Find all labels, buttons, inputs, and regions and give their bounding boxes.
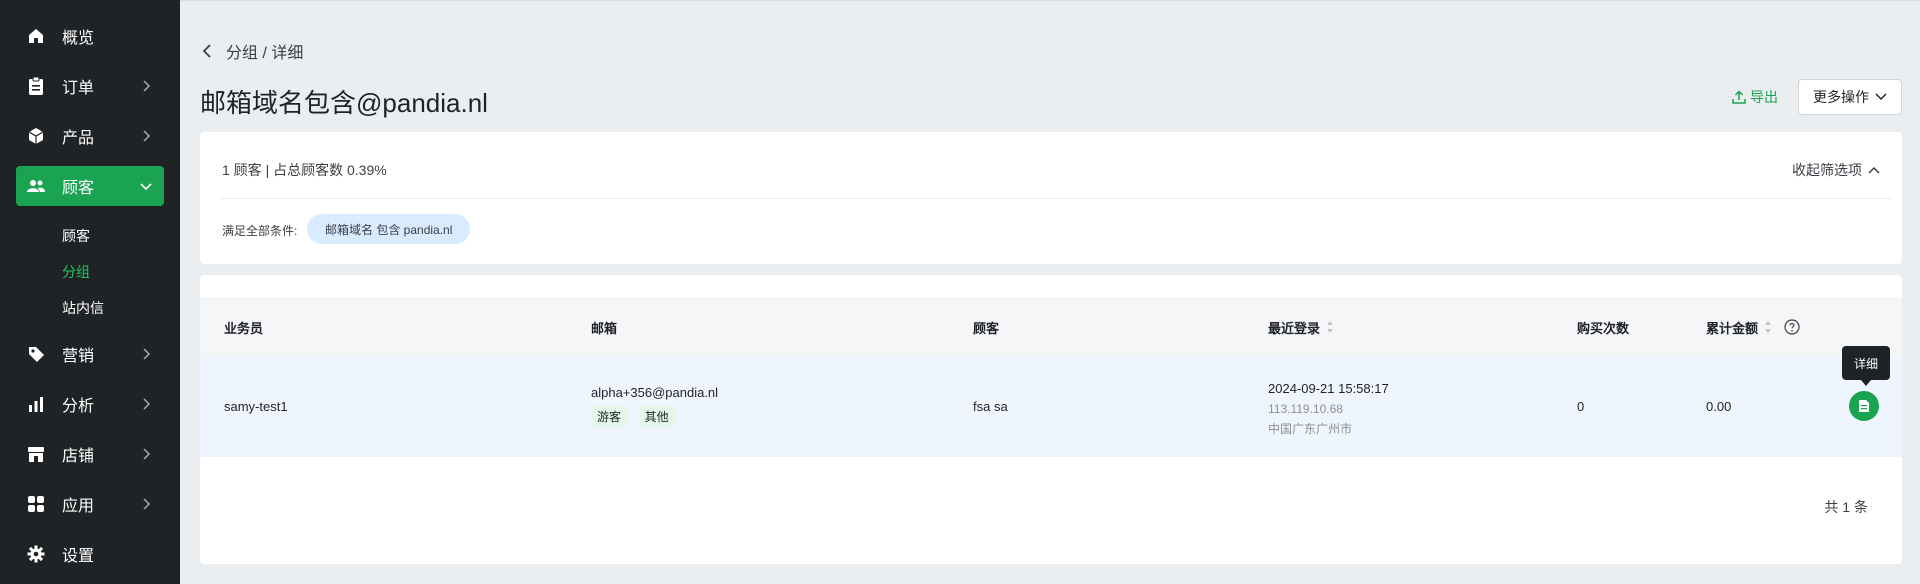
filter-card: 1 顾客 | 占总顾客数 0.39% 收起筛选项 满足全部条件: 邮箱域名 包含… [200,132,1902,264]
box-icon [26,126,46,146]
chevron-right-icon [138,396,154,412]
table-header: 业务员 邮箱 顾客 最近登录 购买次数 累计金额 [200,297,1902,357]
chevron-right-icon [138,78,154,94]
column-header-salesperson: 业务员 [224,320,264,336]
chevron-down-icon [138,178,154,194]
nav-apps[interactable]: 应用 [16,484,164,524]
login-time: 2024-09-21 15:58:17 [1268,381,1389,396]
nav-label: 概览 [62,30,95,47]
table-row[interactable]: samy-test1 alpha+356@pandia.nl 游客 其他 fsa… [200,357,1902,457]
chevron-up-icon [1868,166,1880,174]
login-ip: 113.119.10.68 [1268,402,1343,416]
cell-email: alpha+356@pandia.nl 游客 其他 [591,385,718,427]
nav-label: 营销 [62,348,95,365]
login-location: 中国广东广州市 [1268,422,1353,436]
nav-settings[interactable]: 设置 [16,534,164,574]
chevron-down-icon [1875,93,1887,101]
apps-icon [26,494,46,514]
nav-label: 顾客 [62,180,95,197]
chevron-right-icon [138,128,154,144]
nav-overview[interactable]: 概览 [16,16,164,56]
nav-analytics[interactable]: 分析 [16,384,164,424]
chevron-right-icon [138,496,154,512]
cell-salesperson: samy-test1 [224,399,288,414]
subnav-customers[interactable]: 顾客 [62,226,90,246]
breadcrumb: 分组 / 详细 [202,39,303,63]
subnav-groups[interactable]: 分组 [62,262,90,282]
nav-label: 应用 [62,498,95,515]
nav-label: 产品 [62,130,95,147]
sort-icon [1765,321,1772,333]
email-text: alpha+356@pandia.nl [591,385,719,400]
column-header-email: 邮箱 [591,320,618,336]
divider [220,198,1892,199]
pagination-total: 共 1 条 [1824,499,1868,515]
chevron-right-icon [138,446,154,462]
collapse-filters-button[interactable]: 收起筛选项 [1792,160,1880,180]
help-icon[interactable] [1784,319,1800,335]
column-header-total-amount[interactable]: 累计金额 [1706,297,1800,357]
detail-button[interactable] [1849,391,1879,421]
column-header-purchases: 购买次数 [1577,320,1630,336]
document-icon [1859,400,1869,412]
nav-products[interactable]: 产品 [16,116,164,156]
nav-label: 订单 [62,80,95,97]
more-actions-label: 更多操作 [1813,89,1869,105]
clipboard-icon [26,76,46,96]
export-button[interactable]: 导出 [1732,87,1778,107]
column-header-label: 累计金额 [1706,320,1759,336]
tag-badge: 游客 [591,406,628,427]
column-header-label: 最近登录 [1268,320,1321,336]
back-arrow-icon[interactable] [202,43,218,59]
export-label: 导出 [1750,89,1778,105]
nav-label: 设置 [62,548,95,565]
bar-chart-icon [26,394,46,414]
column-header-customer: 顾客 [973,320,1000,336]
nav-customers[interactable]: 顾客 [16,166,164,206]
nav-label: 分析 [62,398,95,415]
condition-label: 满足全部条件: [222,224,298,238]
cell-customer[interactable]: fsa sa [973,399,1008,414]
store-icon [26,444,46,464]
cell-total-amount: 0.00 [1706,399,1732,414]
nav-label: 店铺 [62,448,95,465]
home-icon [26,26,46,46]
subnav-messages[interactable]: 站内信 [62,298,104,318]
chevron-right-icon [138,346,154,362]
main-content: 分组 / 详细 邮箱域名包含@pandia.nl 导出 更多操作 1 顾客 | … [180,0,1920,584]
gear-icon [26,544,46,564]
nav-orders[interactable]: 订单 [16,66,164,106]
sort-icon [1327,321,1334,333]
sidebar: 概览 订单 产品 顾客 顾客 分组 站内信 营销 分析 店铺 应用 设置 [0,0,180,584]
breadcrumb-text[interactable]: 分组 / 详细 [226,39,303,63]
nav-marketing[interactable]: 营销 [16,334,164,374]
filter-summary: 1 顾客 | 占总顾客数 0.39% [222,162,387,178]
upload-icon [1732,90,1746,104]
page-title: 邮箱域名包含@pandia.nl [200,88,488,118]
customer-table: 业务员 邮箱 顾客 最近登录 购买次数 累计金额 samy-test1 alph… [200,275,1902,564]
tag-badge: 其他 [638,406,675,427]
collapse-filters-label: 收起筛选项 [1792,162,1862,178]
detail-tooltip: 详细 [1842,346,1890,386]
tag-list: 游客 其他 [591,406,718,427]
column-header-last-login[interactable]: 最近登录 [1268,297,1334,357]
nav-store[interactable]: 店铺 [16,434,164,474]
cell-purchases: 0 [1577,399,1585,414]
cell-last-login: 2024-09-21 15:58:17 113.119.10.68 中国广东广州… [1268,379,1389,439]
tag-icon [26,344,46,364]
more-actions-button[interactable]: 更多操作 [1798,79,1902,115]
users-icon [26,176,46,196]
condition-chip[interactable]: 邮箱域名 包含 pandia.nl [307,214,471,244]
